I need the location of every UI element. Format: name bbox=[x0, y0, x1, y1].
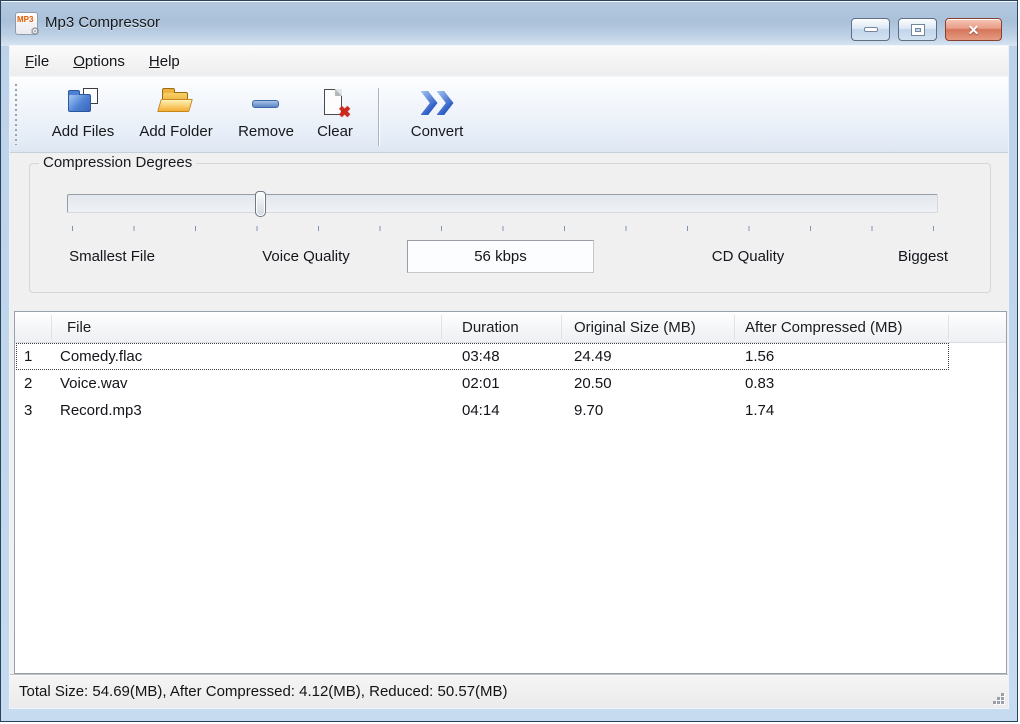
scale-label-smallest-file: Smallest File bbox=[69, 248, 155, 265]
close-icon: ✕ bbox=[967, 21, 980, 38]
table-row[interactable]: 1 Comedy.flac 03:48 24.49 1.56 bbox=[15, 343, 1006, 370]
maximize-button[interactable] bbox=[898, 18, 937, 41]
status-bar: Total Size: 54.69(MB), After Compressed:… bbox=[10, 674, 1008, 708]
file-list-header: File Duration Original Size (MB) After C… bbox=[15, 312, 1006, 343]
status-summary: Total Size: 54.69(MB), After Compressed:… bbox=[19, 683, 508, 700]
bitrate-value-box: 56 kbps bbox=[407, 240, 594, 273]
row-original-size: 24.49 bbox=[574, 348, 612, 365]
app-window: MP3 ⚙ Mp3 Compressor ✕ File Options Help… bbox=[0, 0, 1018, 722]
window-title: Mp3 Compressor bbox=[45, 14, 161, 31]
column-header-number[interactable] bbox=[15, 312, 52, 342]
scale-label-biggest: Biggest bbox=[897, 248, 949, 265]
window-controls: ✕ bbox=[851, 18, 1002, 41]
row-duration: 02:01 bbox=[462, 375, 500, 392]
toolbar-grip[interactable] bbox=[14, 83, 19, 145]
compression-degrees-group: Compression Degrees Smallest File Voice … bbox=[29, 154, 991, 293]
menu-help-label: elp bbox=[159, 52, 180, 70]
mp3-badge-icon: MP3 bbox=[17, 15, 34, 24]
minimize-icon bbox=[863, 27, 878, 32]
convert-label: Convert bbox=[410, 123, 464, 140]
row-duration: 04:14 bbox=[462, 402, 500, 419]
app-icon: MP3 ⚙ bbox=[15, 12, 40, 38]
row-original-size: 20.50 bbox=[574, 375, 612, 392]
add-folder-label: Add Folder bbox=[139, 123, 213, 140]
row-number: 3 bbox=[24, 402, 33, 419]
gear-icon: ⚙ bbox=[30, 26, 40, 38]
add-folder-button[interactable]: Add Folder bbox=[126, 86, 226, 140]
add-files-button[interactable]: Add Files bbox=[40, 86, 126, 140]
column-header-original-size[interactable]: Original Size (MB) bbox=[562, 312, 735, 342]
remove-icon bbox=[251, 88, 281, 118]
row-file-name: Record.mp3 bbox=[60, 402, 142, 419]
compression-slider[interactable] bbox=[67, 191, 938, 217]
minimize-button[interactable] bbox=[851, 18, 890, 41]
slider-thumb[interactable] bbox=[254, 191, 266, 217]
toolbar: Add Files Add Folder Remove ✖ Clear Conv… bbox=[10, 76, 1008, 153]
row-file-name: Comedy.flac bbox=[60, 348, 143, 365]
column-header-spacer bbox=[949, 312, 1006, 342]
maximize-icon bbox=[911, 24, 924, 35]
file-list: File Duration Original Size (MB) After C… bbox=[14, 311, 1007, 674]
add-folder-icon bbox=[157, 88, 195, 118]
clear-icon: ✖ bbox=[321, 88, 351, 120]
row-file-name: Voice.wav bbox=[60, 375, 128, 392]
menu-bar: File Options Help bbox=[10, 46, 1008, 76]
slider-ticks bbox=[72, 226, 934, 231]
row-after-compressed: 1.74 bbox=[745, 402, 775, 419]
menu-file[interactable]: File bbox=[13, 48, 61, 75]
menu-file-label: ile bbox=[34, 52, 50, 70]
row-after-compressed: 1.56 bbox=[745, 348, 775, 365]
row-number: 2 bbox=[24, 375, 33, 392]
scale-label-cd-quality: CD Quality bbox=[711, 248, 785, 265]
column-header-file[interactable]: File bbox=[52, 312, 442, 342]
row-duration: 03:48 bbox=[462, 348, 500, 365]
convert-icon bbox=[420, 91, 454, 115]
clear-label: Clear bbox=[317, 123, 353, 140]
menu-options[interactable]: Options bbox=[61, 48, 137, 75]
toolbar-separator bbox=[378, 88, 379, 146]
compression-degrees-title: Compression Degrees bbox=[39, 154, 197, 171]
remove-button[interactable]: Remove bbox=[226, 86, 306, 140]
menu-options-label: ptions bbox=[84, 52, 125, 70]
convert-button[interactable]: Convert bbox=[389, 86, 485, 140]
menu-help-hotkey: H bbox=[148, 52, 160, 70]
add-files-label: Add Files bbox=[51, 123, 115, 140]
menu-help[interactable]: Help bbox=[137, 48, 192, 75]
row-after-compressed: 0.83 bbox=[745, 375, 775, 392]
clear-button[interactable]: ✖ Clear bbox=[306, 86, 364, 140]
row-original-size: 9.70 bbox=[574, 402, 604, 419]
title-bar[interactable]: MP3 ⚙ Mp3 Compressor ✕ bbox=[1, 1, 1017, 46]
remove-label: Remove bbox=[238, 123, 294, 140]
resize-grip-icon[interactable] bbox=[990, 690, 1004, 704]
column-header-duration[interactable]: Duration bbox=[442, 312, 562, 342]
menu-file-hotkey: F bbox=[25, 52, 35, 70]
window-body: File Options Help Add Files Add Folder R… bbox=[10, 46, 1008, 708]
close-button[interactable]: ✕ bbox=[945, 18, 1002, 41]
column-header-after-compressed[interactable]: After Compressed (MB) bbox=[735, 312, 949, 342]
scale-label-voice-quality: Voice Quality bbox=[262, 248, 350, 265]
add-files-icon bbox=[65, 88, 101, 118]
menu-options-hotkey: O bbox=[73, 52, 85, 70]
table-row[interactable]: 2 Voice.wav 02:01 20.50 0.83 bbox=[15, 370, 1006, 397]
table-row[interactable]: 3 Record.mp3 04:14 9.70 1.74 bbox=[15, 397, 1006, 424]
row-number: 1 bbox=[24, 348, 33, 365]
